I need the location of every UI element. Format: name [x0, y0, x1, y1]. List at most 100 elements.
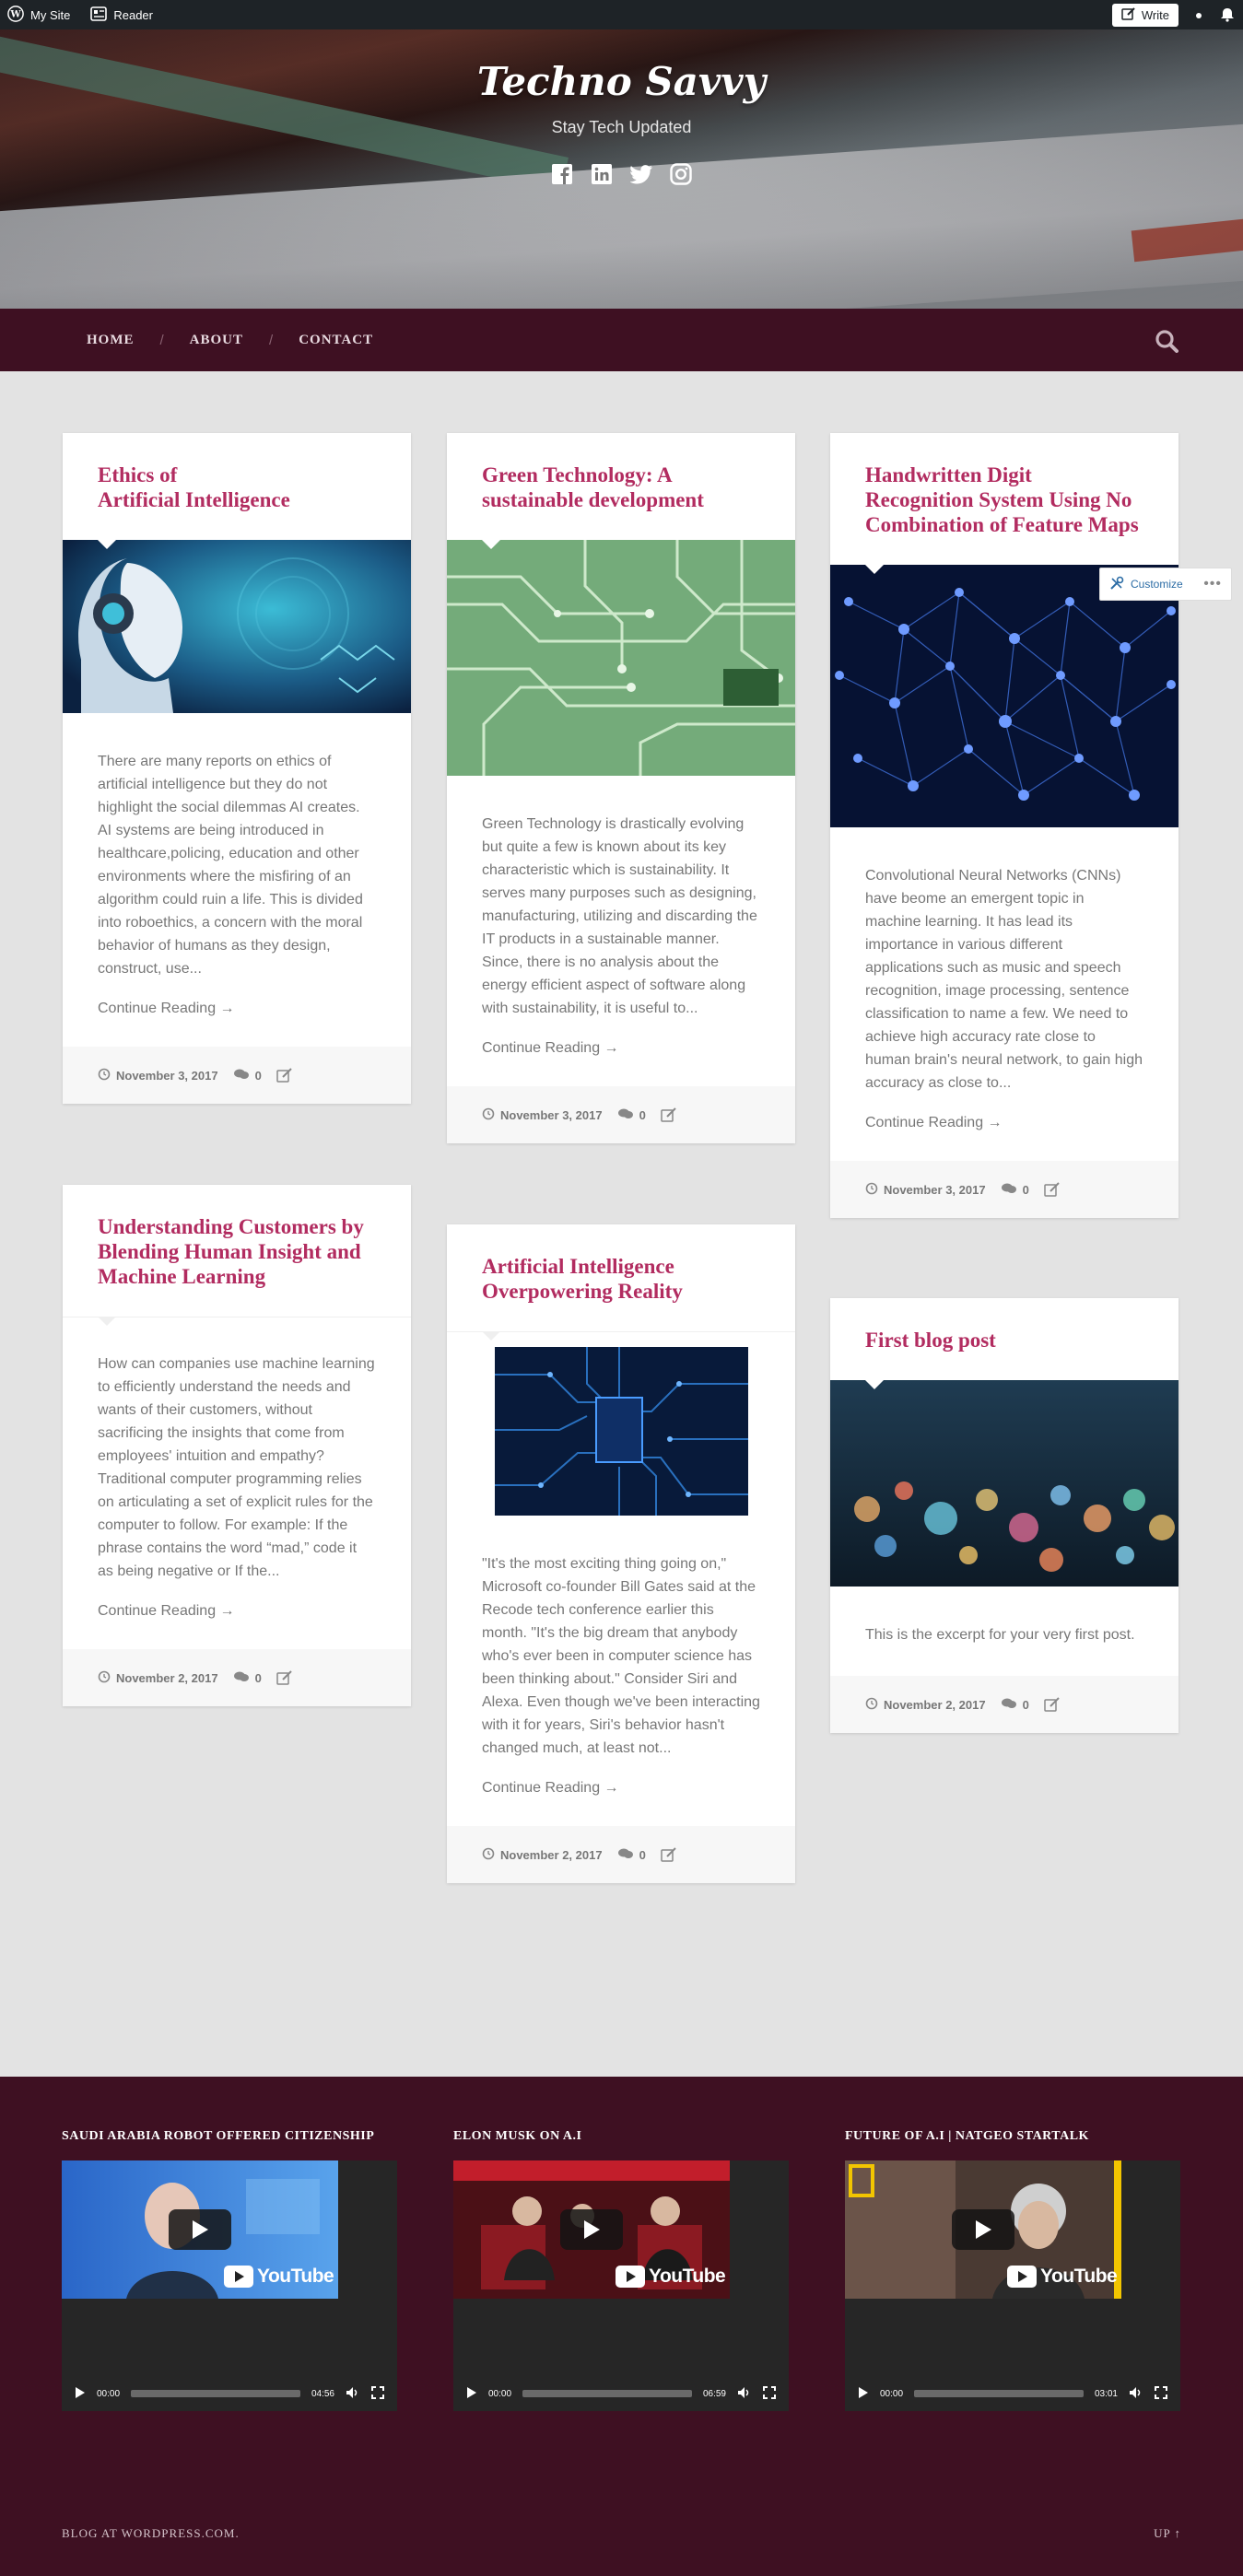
post-title[interactable]: Green Technology: A sustainable developm… [447, 433, 795, 540]
video-player[interactable]: YouTube 00:00 04:56 [62, 2160, 397, 2411]
edit-post-icon[interactable] [1044, 1697, 1061, 1712]
customize-button[interactable]: Customize ••• [1099, 568, 1232, 601]
post-comments[interactable]: 0 [617, 1107, 646, 1123]
continue-reading-link[interactable]: Continue Reading → [63, 980, 411, 1047]
post-comments[interactable]: 0 [233, 1068, 262, 1083]
write-button[interactable]: Write [1111, 3, 1179, 27]
progress-bar[interactable] [914, 2390, 1084, 2397]
comments-icon [233, 1068, 250, 1083]
post-title[interactable]: Handwritten Digit Recognition System Usi… [830, 433, 1179, 565]
post-excerpt: There are many reports on ethics of arti… [98, 754, 363, 977]
post-thumbnail-neural-network[interactable] [830, 565, 1179, 827]
edit-post-icon[interactable] [661, 1107, 677, 1122]
post-comments[interactable]: 0 [233, 1670, 262, 1686]
widget-title: ELON MUSK ON A.I [453, 2129, 582, 2143]
my-site-label: My Site [30, 7, 71, 22]
post-thumbnail-city-bokeh[interactable] [830, 1380, 1179, 1587]
post-thumbnail-blue-circuit[interactable] [495, 1347, 748, 1516]
post-excerpt: How can companies use machine learning t… [98, 1356, 375, 1579]
play-icon[interactable] [858, 2386, 869, 2402]
back-to-top-link[interactable]: UP ↑ [1154, 2526, 1181, 2541]
admin-bar: W My Site Reader Write [0, 0, 1243, 29]
reader-link[interactable]: Reader [90, 6, 153, 24]
volume-icon[interactable] [737, 2386, 752, 2402]
post-date[interactable]: November 2, 2017 [98, 1670, 218, 1686]
current-time: 00:00 [880, 2388, 904, 2399]
edit-post-icon[interactable] [276, 1068, 293, 1083]
more-options-icon[interactable]: ••• [1203, 576, 1222, 592]
post-thumbnail-ai-robot[interactable] [63, 540, 411, 713]
comments-icon [617, 1847, 634, 1863]
post-comments[interactable]: 0 [1001, 1697, 1029, 1713]
continue-reading-link[interactable]: Continue Reading → [447, 1020, 795, 1086]
post-card: Green Technology: A sustainable developm… [447, 433, 795, 1143]
wordpress-credit-link[interactable]: BLOG AT WORDPRESS.COM. [62, 2526, 240, 2541]
play-overlay-icon[interactable] [952, 2209, 1014, 2250]
post-card: Understanding Customers by Blending Huma… [63, 1185, 411, 1706]
profile-avatar-icon[interactable] [1195, 8, 1202, 22]
nav-separator: / [269, 332, 274, 348]
facebook-icon[interactable] [551, 162, 574, 185]
fullscreen-icon[interactable] [371, 2385, 384, 2402]
video-player[interactable]: YouTube 00:00 03:01 [845, 2160, 1180, 2411]
post-excerpt: Convolutional Neural Networks (CNNs) hav… [865, 868, 1143, 1091]
comments-icon [1001, 1697, 1017, 1713]
nav-item-home[interactable]: HOME [87, 333, 135, 348]
continue-reading-link[interactable]: Continue Reading → [447, 1760, 795, 1826]
volume-icon[interactable] [346, 2386, 360, 2402]
customize-label: Customize [1131, 578, 1183, 591]
edit-post-icon[interactable] [1044, 1182, 1061, 1197]
post-date[interactable]: November 3, 2017 [98, 1068, 218, 1083]
svg-text:W: W [9, 9, 21, 19]
post-date[interactable]: November 3, 2017 [482, 1107, 603, 1123]
wordpress-logo-icon: W [7, 5, 24, 25]
edit-post-icon[interactable] [661, 1847, 677, 1862]
clock-icon [865, 1697, 878, 1713]
play-icon[interactable] [75, 2386, 86, 2402]
post-excerpt: "It's the most exciting thing going on,"… [482, 1556, 760, 1756]
fullscreen-icon[interactable] [763, 2385, 776, 2402]
post-excerpt: Green Technology is drastically evolving… [482, 816, 757, 1016]
reader-label: Reader [113, 7, 153, 22]
play-overlay-icon[interactable] [169, 2209, 231, 2250]
post-card: Ethics of Artificial Intelligence There … [63, 433, 411, 1104]
nav-item-about[interactable]: ABOUT [190, 333, 243, 348]
search-icon[interactable] [1155, 329, 1179, 353]
post-date[interactable]: November 2, 2017 [865, 1697, 986, 1713]
current-time: 00:00 [97, 2388, 121, 2399]
nav-item-contact[interactable]: CONTACT [299, 333, 373, 348]
post-title[interactable]: Ethics of Artificial Intelligence [63, 433, 411, 540]
my-site-link[interactable]: W My Site [7, 5, 71, 25]
twitter-icon[interactable] [629, 162, 653, 185]
notifications-bell-icon[interactable] [1219, 6, 1236, 25]
post-comments[interactable]: 0 [1001, 1182, 1029, 1198]
video-controls: 00:00 06:59 [453, 2376, 789, 2411]
linkedin-icon[interactable] [591, 162, 614, 185]
edit-post-icon[interactable] [276, 1670, 293, 1685]
progress-bar[interactable] [131, 2390, 300, 2397]
post-title[interactable]: Artificial Intelligence Overpowering Rea… [447, 1224, 795, 1331]
post-date[interactable]: November 2, 2017 [482, 1847, 603, 1863]
post-comments[interactable]: 0 [617, 1847, 646, 1863]
post-meta: November 3, 2017 0 [830, 1161, 1179, 1218]
video-player[interactable]: YouTube 00:00 06:59 [453, 2160, 789, 2411]
post-meta: November 2, 2017 0 [830, 1676, 1179, 1733]
clock-icon [482, 1107, 495, 1123]
continue-reading-link[interactable]: Continue Reading → [63, 1583, 411, 1649]
post-title[interactable]: Understanding Customers by Blending Huma… [63, 1185, 411, 1317]
video-controls: 00:00 03:01 [845, 2376, 1180, 2411]
site-title[interactable]: Techno Savvy [0, 59, 1243, 104]
video-widget: FUTURE OF A.I | NATGEO STARTALK YouTube … [845, 2129, 1180, 2411]
youtube-logo: YouTube [1007, 2266, 1118, 2288]
instagram-icon[interactable] [670, 162, 693, 185]
comments-icon [617, 1107, 634, 1123]
volume-icon[interactable] [1129, 2386, 1143, 2402]
continue-reading-link[interactable]: Continue Reading → [830, 1095, 1179, 1161]
play-icon[interactable] [466, 2386, 477, 2402]
post-thumbnail-green-circuit[interactable] [447, 540, 795, 776]
progress-bar[interactable] [522, 2390, 692, 2397]
post-date[interactable]: November 3, 2017 [865, 1182, 986, 1198]
post-title[interactable]: First blog post [830, 1298, 1179, 1380]
fullscreen-icon[interactable] [1155, 2385, 1167, 2402]
play-overlay-icon[interactable] [560, 2209, 623, 2250]
